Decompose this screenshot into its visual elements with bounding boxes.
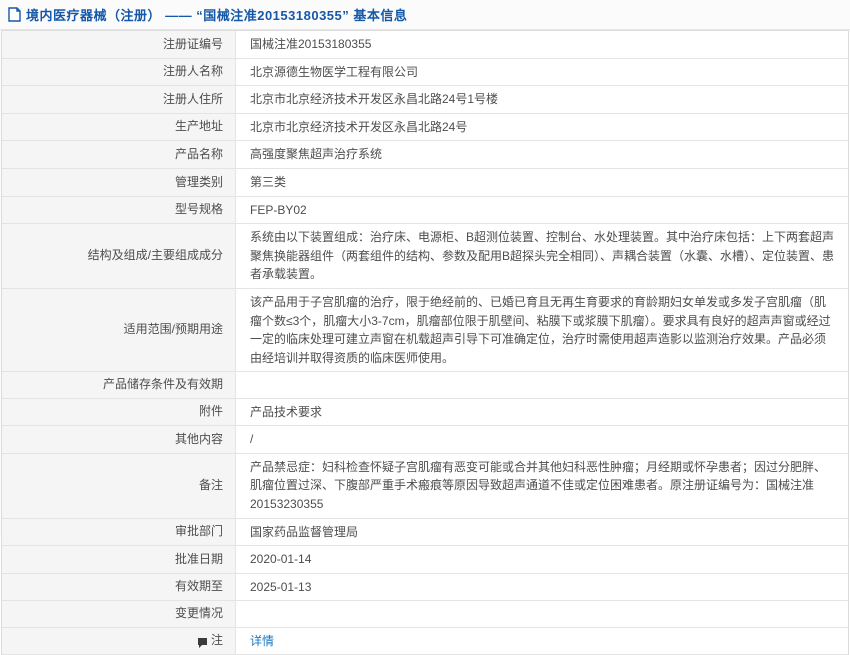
table-row: 注册人住所 北京市北京经济技术开发区永昌北路24号1号楼 xyxy=(2,86,848,114)
field-label: 变更情况 xyxy=(2,601,236,627)
table-row: 注册证编号 国械注准20153180355 xyxy=(2,31,848,59)
field-label: 注 xyxy=(2,627,236,655)
field-value: FEP-BY02 xyxy=(250,202,307,217)
table-row: 生产地址 北京市北京经济技术开发区永昌北路24号 xyxy=(2,113,848,142)
field-label: 管理类别 xyxy=(2,168,236,196)
field-value: 北京市北京经济技术开发区永昌北路24号1号楼 xyxy=(250,92,499,107)
page: 境内医疗器械（注册） —— “国械注准20153180355” 基本信息 注册证… xyxy=(0,0,850,655)
table-row: 审批部门 国家药品监督管理局 xyxy=(2,518,848,547)
field-value: 产品禁忌症：妇科检查怀疑子宫肌瘤有恶变可能或合并其他妇科恶性肿瘤；月经期或怀孕患… xyxy=(250,459,827,512)
note-label-text: 注 xyxy=(210,633,223,648)
document-icon xyxy=(8,7,21,22)
field-value: / xyxy=(250,432,254,447)
table-row: 注册人名称 北京源德生物医学工程有限公司 xyxy=(2,58,848,87)
table-row: 管理类别 第三类 xyxy=(2,168,848,197)
field-value xyxy=(236,601,848,626)
field-label: 其他内容 xyxy=(2,426,236,453)
table-row: 型号规格 FEP-BY02 xyxy=(2,196,848,225)
field-value: 北京源德生物医学工程有限公司 xyxy=(250,64,419,79)
table-row: 产品储存条件及有效期 xyxy=(2,372,848,399)
field-value: 系统由以下装置组成：治疗床、电源柜、B超测位装置、控制台、水处理装置。其中治疗床… xyxy=(250,230,835,282)
field-value: 北京市北京经济技术开发区永昌北路24号 xyxy=(250,119,468,134)
field-value: 产品技术要求 xyxy=(250,404,323,419)
field-label: 产品储存条件及有效期 xyxy=(2,372,236,398)
field-label: 产品名称 xyxy=(2,141,236,168)
field-label: 批准日期 xyxy=(2,546,236,573)
field-label: 审批部门 xyxy=(2,518,236,546)
table-row: 批准日期 2020-01-14 xyxy=(2,546,848,574)
page-header: 境内医疗器械（注册） —— “国械注准20153180355” 基本信息 xyxy=(0,0,850,30)
field-label: 有效期至 xyxy=(2,573,236,601)
field-label: 备注 xyxy=(2,453,236,518)
table-row: 适用范围/预期用途 该产品用于子宫肌瘤的治疗，限于绝经前的、已婚已育且无再生育要… xyxy=(2,288,848,373)
table-row: 产品名称 高强度聚焦超声治疗系统 xyxy=(2,141,848,169)
table-row: 结构及组成/主要组成成分 系统由以下装置组成：治疗床、电源柜、B超测位装置、控制… xyxy=(2,224,848,289)
field-value: 2020-01-14 xyxy=(250,552,312,567)
table-row: 附件 产品技术要求 xyxy=(2,398,848,427)
field-value: 2025-01-13 xyxy=(250,579,312,594)
page-title: 境内医疗器械（注册） —— “国械注准20153180355” 基本信息 xyxy=(26,8,408,23)
field-label: 注册人住所 xyxy=(2,86,236,113)
note-icon xyxy=(197,637,207,648)
field-value: 国械注准20153180355 xyxy=(250,37,372,51)
field-value: 详情 xyxy=(236,628,848,655)
field-value: 该产品用于子宫肌瘤的治疗，限于绝经前的、已婚已育且无再生育要求的育龄期妇女单发或… xyxy=(250,294,831,365)
field-label: 型号规格 xyxy=(2,196,236,224)
table-row: 其他内容 / xyxy=(2,426,848,454)
field-label: 附件 xyxy=(2,398,236,426)
field-label: 生产地址 xyxy=(2,113,236,141)
registration-info-table: 注册证编号 国械注准20153180355 注册人名称 北京源德生物医学工程有限… xyxy=(1,30,849,655)
details-link[interactable]: 详情 xyxy=(250,632,274,651)
table-row-note: 注 详情 xyxy=(2,627,848,655)
field-value: 国家药品监督管理局 xyxy=(250,524,359,539)
field-value: 第三类 xyxy=(250,174,287,189)
field-label: 注册人名称 xyxy=(2,58,236,86)
field-value: 高强度聚焦超声治疗系统 xyxy=(250,147,383,162)
field-value xyxy=(236,372,848,397)
field-label: 注册证编号 xyxy=(2,31,236,58)
field-label: 结构及组成/主要组成成分 xyxy=(2,224,236,288)
table-row: 变更情况 xyxy=(2,601,848,628)
table-row: 备注 产品禁忌症：妇科检查怀疑子宫肌瘤有恶变可能或合并其他妇科恶性肿瘤；月经期或… xyxy=(2,453,848,519)
table-row: 有效期至 2025-01-13 xyxy=(2,573,848,602)
field-label: 适用范围/预期用途 xyxy=(2,288,236,372)
